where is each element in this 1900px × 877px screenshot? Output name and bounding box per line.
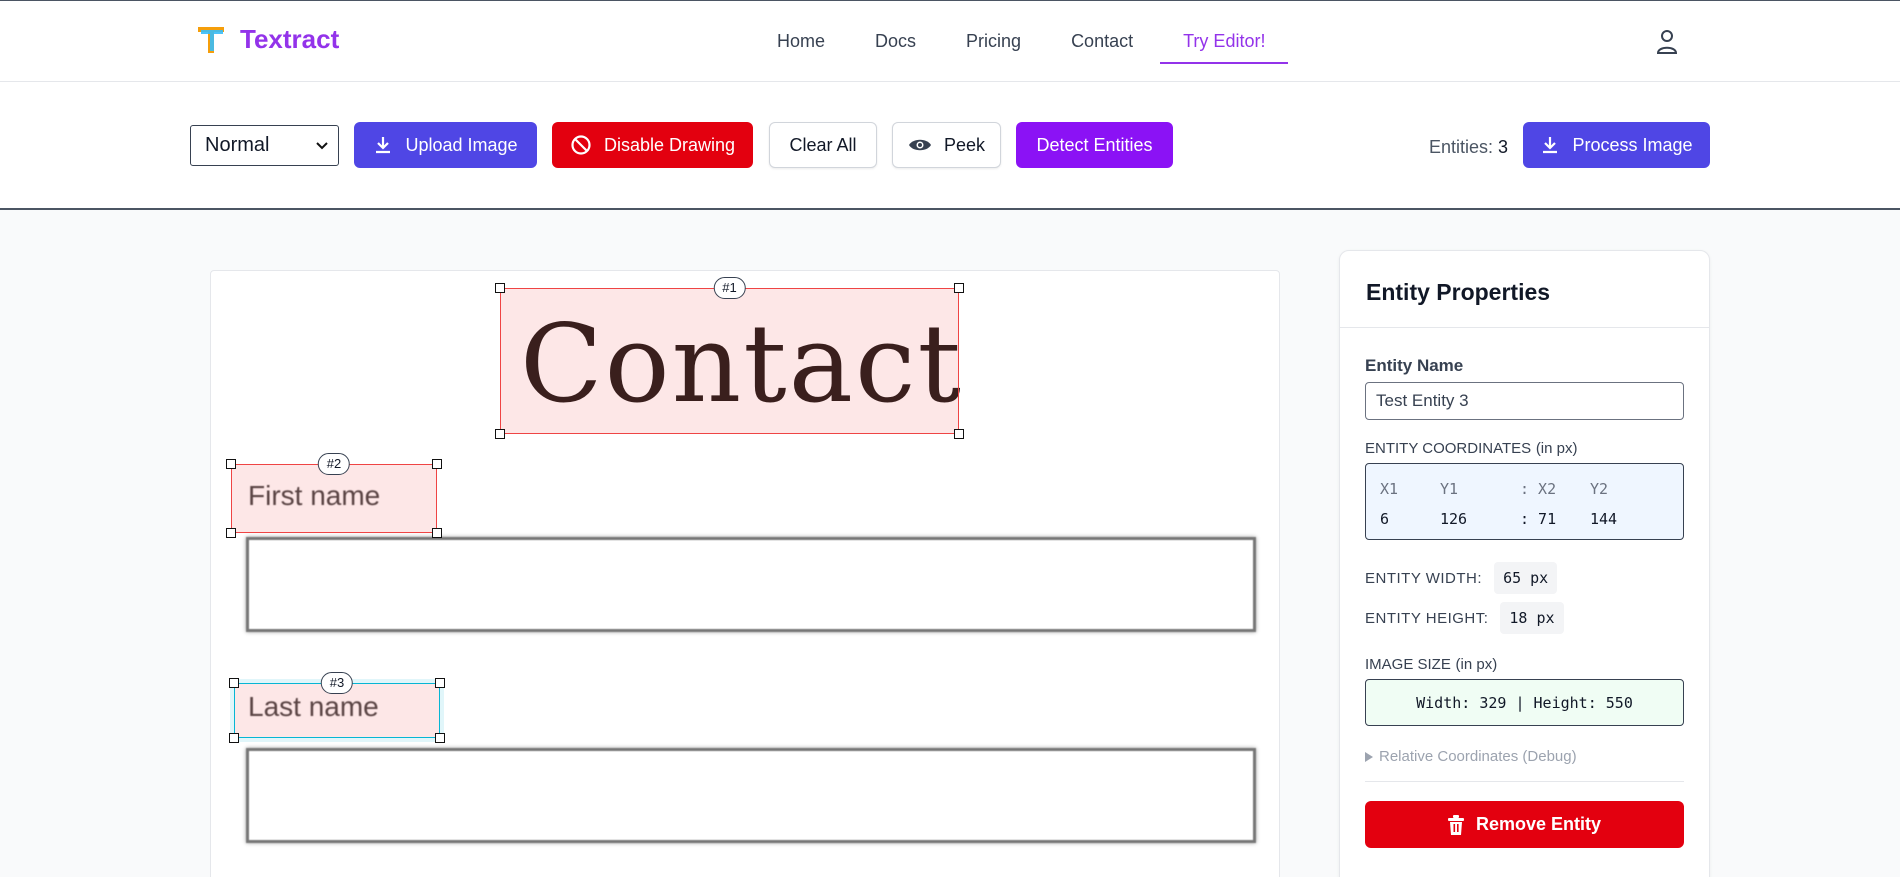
user-icon: [1656, 30, 1678, 54]
resize-handle[interactable]: [229, 678, 239, 688]
process-image-button[interactable]: Process Image: [1523, 122, 1710, 168]
nav-docs[interactable]: Docs: [850, 31, 941, 64]
coords-box: X1 Y1 : X2 Y2 6 126 : 71 144: [1365, 463, 1684, 540]
detect-entities-button[interactable]: Detect Entities: [1016, 122, 1173, 168]
peek-button[interactable]: Peek: [892, 122, 1001, 168]
ban-icon: [571, 135, 591, 155]
panel-title: Entity Properties: [1340, 251, 1709, 328]
entity-tag: #3: [320, 672, 354, 694]
resize-handle[interactable]: [495, 429, 505, 439]
nav-try-editor[interactable]: Try Editor!: [1158, 31, 1290, 64]
image-size-box: Width: 329 | Height: 550: [1365, 679, 1684, 726]
resize-handle[interactable]: [495, 283, 505, 293]
nav-home[interactable]: Home: [752, 31, 850, 64]
remove-entity-label: Remove Entity: [1475, 814, 1602, 834]
coord-header-x2: : X2: [1520, 480, 1557, 498]
entity-width-value: 65 px: [1494, 562, 1558, 594]
entity-tag: #2: [317, 453, 351, 475]
entity-width-row: ENTITY WIDTH: 65 px: [1365, 560, 1684, 596]
coord-value-y2: 144: [1590, 510, 1618, 528]
coord-value-y1: 126: [1440, 510, 1468, 528]
nav-contact[interactable]: Contact: [1046, 31, 1158, 64]
download-icon: [376, 137, 391, 154]
disable-drawing-label: Disable Drawing: [603, 134, 736, 155]
resize-handle[interactable]: [226, 528, 236, 538]
image-size-label-text: IMAGE SIZE: [1365, 656, 1451, 673]
trash-icon: [1447, 814, 1464, 835]
upload-image-button[interactable]: Upload Image: [354, 122, 537, 168]
image-input-first-name: [246, 537, 1256, 632]
nav-pricing[interactable]: Pricing: [941, 31, 1046, 64]
relative-coords-toggle[interactable]: Relative Coordinates (Debug): [1365, 748, 1684, 765]
resize-handle[interactable]: [229, 733, 239, 743]
detect-entities-label: Detect Entities: [1036, 134, 1153, 155]
textract-logo-icon: [198, 27, 224, 53]
image-size-unit: (in px): [1455, 656, 1498, 673]
coord-value-x2: : 71: [1520, 510, 1557, 528]
entities-counter: Entities: 3: [1429, 137, 1508, 158]
entity-box-2[interactable]: #2: [226, 453, 442, 538]
entity-box-3[interactable]: #3: [229, 672, 445, 743]
mode-select[interactable]: Normal: [190, 125, 339, 166]
resize-handle[interactable]: [954, 283, 964, 293]
process-image-label: Process Image: [1572, 134, 1693, 155]
entities-count-label: Entities:: [1429, 137, 1494, 157]
coords-label: ENTITY COORDINATES (in px): [1365, 440, 1684, 457]
panel-divider: [1365, 781, 1684, 782]
entity-height-label: ENTITY HEIGHT:: [1365, 609, 1489, 627]
brand-name: Textract: [240, 23, 340, 54]
coord-header-y1: Y1: [1440, 480, 1459, 498]
user-account-button[interactable]: [1655, 29, 1679, 55]
chevron-down-icon: [316, 141, 328, 149]
upload-image-label: Upload Image: [405, 134, 518, 155]
clear-all-label: Clear All: [789, 134, 857, 155]
resize-handle[interactable]: [954, 429, 964, 439]
editor-toolbar: Normal Upload Image Disable Drawing Clea…: [0, 82, 1900, 210]
clear-all-button[interactable]: Clear All: [769, 122, 877, 168]
coord-value-x1: 6: [1380, 510, 1390, 528]
main-nav: Home Docs Pricing Contact Try Editor!: [752, 31, 1290, 64]
download-icon: [1543, 137, 1558, 154]
resize-handle[interactable]: [226, 459, 236, 469]
remove-entity-button[interactable]: Remove Entity: [1365, 801, 1684, 848]
entity-name-label: Entity Name: [1365, 356, 1464, 375]
entity-name-input[interactable]: [1365, 382, 1684, 420]
relative-coords-label: Relative Coordinates (Debug): [1379, 748, 1577, 765]
entity-height-value: 18 px: [1500, 602, 1564, 634]
entity-properties-panel: Entity Properties Entity Name ENTITY COO…: [1339, 250, 1710, 877]
mode-select-value: Normal: [205, 134, 270, 156]
coords-unit: (in px): [1535, 440, 1578, 457]
image-input-last-name: [246, 748, 1256, 843]
image-size-label: IMAGE SIZE (in px): [1365, 656, 1684, 673]
top-navbar: Textract Home Docs Pricing Contact Try E…: [0, 0, 1900, 82]
entity-width-label: ENTITY WIDTH:: [1365, 569, 1483, 587]
resize-handle[interactable]: [432, 528, 442, 538]
coords-label-text: ENTITY COORDINATES: [1365, 440, 1532, 457]
coord-header-x1: X1: [1380, 480, 1399, 498]
entities-count-value: 3: [1498, 137, 1509, 157]
eye-icon: [908, 139, 931, 151]
disable-drawing-button[interactable]: Disable Drawing: [552, 122, 753, 168]
entity-box-1[interactable]: #1: [495, 277, 964, 439]
resize-handle[interactable]: [432, 459, 442, 469]
coord-header-y2: Y2: [1590, 480, 1609, 498]
entity-height-row: ENTITY HEIGHT: 18 px: [1365, 600, 1684, 636]
resize-handle[interactable]: [435, 733, 445, 743]
caret-right-icon: [1365, 751, 1373, 762]
brand[interactable]: Textract: [196, 23, 339, 55]
entity-tag: #1: [713, 277, 746, 299]
peek-label: Peek: [943, 134, 986, 155]
resize-handle[interactable]: [435, 678, 445, 688]
